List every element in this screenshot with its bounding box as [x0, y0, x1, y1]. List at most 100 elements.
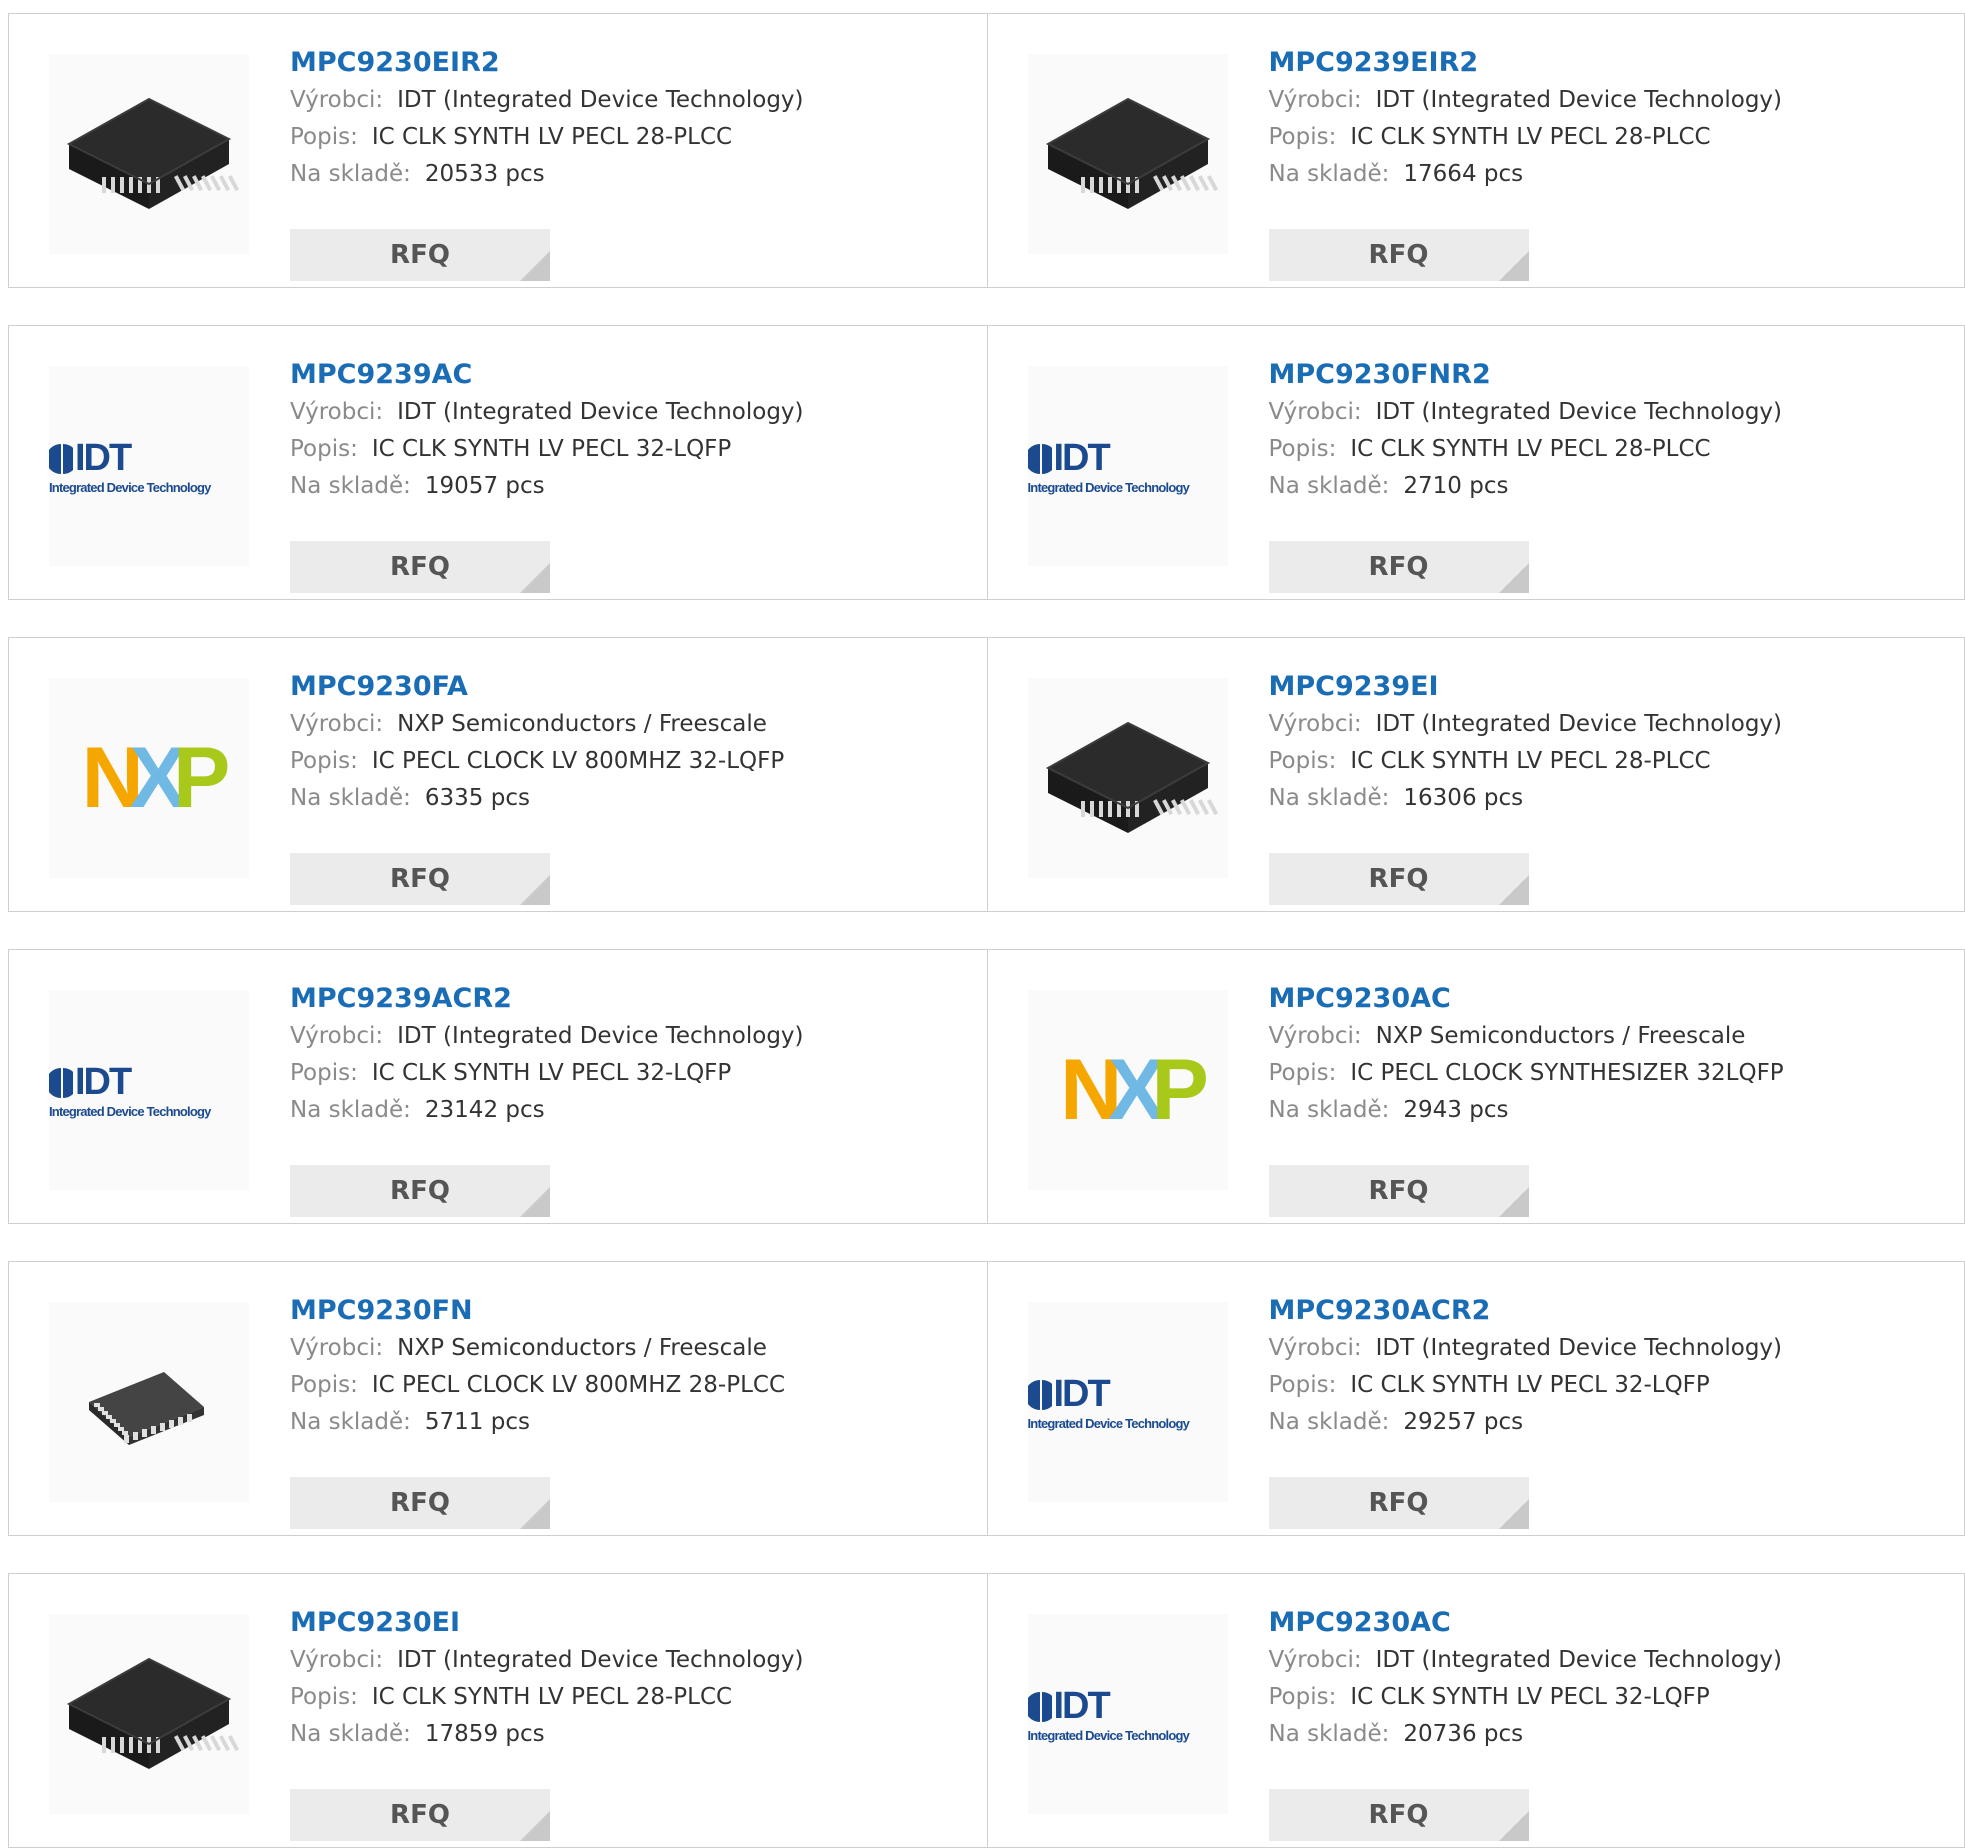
- corner-decoration: [520, 563, 550, 593]
- description-line: Popis: IC CLK SYNTH LV PECL 28-PLCC: [1269, 119, 1955, 156]
- nxp-logo[interactable]: NXP: [1027, 990, 1228, 1190]
- idt-logo[interactable]: IDT Integrated Device Technology: [49, 990, 249, 1190]
- corner-decoration: [1498, 251, 1529, 281]
- plcc-chip-icon[interactable]: [49, 54, 249, 254]
- manufacturer-value: IDT (Integrated Device Technology): [1375, 711, 1783, 737]
- product-card: N X P MPC9230AC Výrobci: NXP Semiconductors /…: [986, 950, 1965, 1223]
- rfq-label: RFQ: [1368, 552, 1429, 582]
- description-label: Popis:: [1268, 1684, 1337, 1710]
- rfq-button[interactable]: RFQ: [1268, 1165, 1529, 1217]
- manufacturer-label: Výrobci:: [1268, 1335, 1362, 1361]
- description-line: Popis: IC CLK SYNTH LV PECL 32-LQFP: [290, 1055, 977, 1092]
- idt-logo-subtitle: Integrated Device Technology: [1027, 1728, 1190, 1743]
- rfq-button[interactable]: RFQ: [1268, 853, 1529, 905]
- nxp-logo[interactable]: NXP: [49, 678, 249, 878]
- idt-logo-subtitle: Integrated Device Technology: [49, 480, 211, 495]
- idt-logo-subtitle: Integrated Device Technology: [1027, 1416, 1190, 1431]
- stock-value: 23142 pcs: [424, 1097, 545, 1123]
- stock-label: Na skladě:: [1268, 473, 1390, 499]
- manufacturer-value: NXP Semiconductors / Freescale: [397, 711, 767, 737]
- description-label: Popis:: [290, 1372, 358, 1398]
- stock-value: 29257 pcs: [1403, 1409, 1524, 1435]
- description-line: Popis: IC CLK SYNTH LV PECL 28-PLCC: [290, 119, 977, 156]
- product-card: MPC9230EIR2 Výrobci: IDT (Integrated Devic…: [9, 14, 987, 287]
- stock-label: Na skladě:: [1268, 1409, 1390, 1435]
- rfq-button[interactable]: RFQ: [1268, 229, 1529, 281]
- description-label: Popis:: [290, 1684, 358, 1710]
- rfq-button[interactable]: RFQ: [290, 1789, 550, 1841]
- product-card: N X P MPC9230FA Výrobci: NXP Semiconductors /…: [9, 638, 987, 911]
- small-chip-icon[interactable]: [49, 1302, 249, 1502]
- part-number-link[interactable]: MPC9239AC: [290, 356, 977, 394]
- stock-value: 20533 pcs: [424, 161, 545, 187]
- stock-label: Na skladě:: [290, 473, 411, 499]
- corner-decoration: [1498, 1187, 1529, 1217]
- rfq-button[interactable]: RFQ: [1268, 1789, 1529, 1841]
- part-number-link[interactable]: MPC9230ACR2: [1269, 1292, 1955, 1330]
- manufacturer-label: Výrobci:: [290, 87, 384, 113]
- corner-decoration: [1498, 563, 1529, 593]
- rfq-label: RFQ: [1368, 240, 1429, 270]
- product-info: MPC9230AC Výrobci: NXP Semiconductors / Fr…: [1268, 980, 1955, 1217]
- description-label: Popis:: [1268, 1372, 1337, 1398]
- rfq-button[interactable]: RFQ: [290, 1477, 550, 1529]
- product-info: MPC9239EI Výrobci: IDT (Integrated Device …: [1268, 668, 1955, 905]
- idt-logo[interactable]: IDT Integrated Device Technology: [49, 366, 249, 566]
- description-label: Popis:: [290, 1060, 358, 1086]
- manufacturer-line: Výrobci: IDT (Integrated Device Technolog…: [1269, 1642, 1955, 1679]
- manufacturer-line: Výrobci: IDT (Integrated Device Technolog…: [290, 82, 977, 119]
- product-info: MPC9230AC Výrobci: IDT (Integrated Device …: [1268, 1604, 1955, 1841]
- part-number-link[interactable]: MPC9230FNR2: [1269, 356, 1955, 394]
- product-card: IDT Integrated Device Technology MPC9230AC…: [986, 1262, 1965, 1535]
- manufacturer-label: Výrobci:: [1268, 1023, 1362, 1049]
- manufacturer-line: Výrobci: IDT (Integrated Device Technolog…: [1269, 1330, 1955, 1367]
- idt-logo[interactable]: IDT Integrated Device Technology: [1027, 366, 1228, 566]
- rfq-label: RFQ: [390, 240, 450, 270]
- product-grid: MPC9230EIR2 Výrobci: IDT (Integrated Devic…: [0, 0, 1965, 1848]
- stock-value: 2943 pcs: [1403, 1097, 1509, 1123]
- plcc-chip-icon[interactable]: [49, 1614, 249, 1814]
- part-number-link[interactable]: MPC9230EI: [290, 1604, 977, 1642]
- part-number-link[interactable]: MPC9230EIR2: [290, 44, 977, 82]
- stock-line: Na skladě: 20736 pcs: [1269, 1716, 1955, 1753]
- part-number-link[interactable]: MPC9239ACR2: [290, 980, 977, 1018]
- product-info: MPC9230FA Výrobci: NXP Semiconductors / Fr…: [290, 668, 977, 905]
- stock-line: Na skladě: 19057 pcs: [290, 468, 977, 505]
- description-value: IC PECL CLOCK LV 800MHZ 32-LQFP: [371, 748, 785, 774]
- rfq-button[interactable]: RFQ: [290, 229, 550, 281]
- manufacturer-label: Výrobci:: [290, 1647, 384, 1673]
- rfq-label: RFQ: [390, 552, 450, 582]
- corner-decoration: [1498, 1811, 1529, 1841]
- stock-value: 17859 pcs: [424, 1721, 545, 1747]
- part-number-link[interactable]: MPC9230AC: [1269, 980, 1955, 1018]
- manufacturer-line: Výrobci: IDT (Integrated Device Technolog…: [290, 394, 977, 431]
- manufacturer-label: Výrobci:: [290, 1335, 384, 1361]
- plcc-chip-icon[interactable]: [1027, 678, 1228, 878]
- part-number-link[interactable]: MPC9239EIR2: [1269, 44, 1955, 82]
- product-info: MPC9230FNR2 Výrobci: IDT (Integrated Devic…: [1268, 356, 1955, 593]
- stock-value: 6335 pcs: [424, 785, 530, 811]
- rfq-button[interactable]: RFQ: [290, 1165, 550, 1217]
- manufacturer-label: Výrobci:: [1268, 1647, 1362, 1673]
- manufacturer-label: Výrobci:: [290, 1023, 384, 1049]
- stock-value: 2710 pcs: [1403, 473, 1509, 499]
- idt-logo-text: IDT: [1053, 1685, 1111, 1727]
- part-number-link[interactable]: MPC9230FA: [290, 668, 977, 706]
- manufacturer-line: Výrobci: NXP Semiconductors / Freescale: [290, 1330, 977, 1367]
- idt-logo[interactable]: IDT Integrated Device Technology: [1027, 1614, 1228, 1814]
- idt-logo[interactable]: IDT Integrated Device Technology: [1027, 1302, 1228, 1502]
- rfq-button[interactable]: RFQ: [290, 853, 550, 905]
- stock-label: Na skladě:: [1268, 1721, 1390, 1747]
- part-number-link[interactable]: MPC9239EI: [1269, 668, 1955, 706]
- part-number-link[interactable]: MPC9230FN: [290, 1292, 977, 1330]
- rfq-button[interactable]: RFQ: [1268, 1477, 1529, 1529]
- description-label: Popis:: [290, 436, 358, 462]
- part-number-link[interactable]: MPC9230AC: [1269, 1604, 1955, 1642]
- stock-line: Na skladě: 16306 pcs: [1269, 780, 1955, 817]
- rfq-label: RFQ: [390, 1176, 450, 1206]
- stock-line: Na skladě: 6335 pcs: [290, 780, 977, 817]
- stock-label: Na skladě:: [1268, 161, 1390, 187]
- plcc-chip-icon[interactable]: [1027, 54, 1228, 254]
- rfq-button[interactable]: RFQ: [290, 541, 550, 593]
- rfq-button[interactable]: RFQ: [1268, 541, 1529, 593]
